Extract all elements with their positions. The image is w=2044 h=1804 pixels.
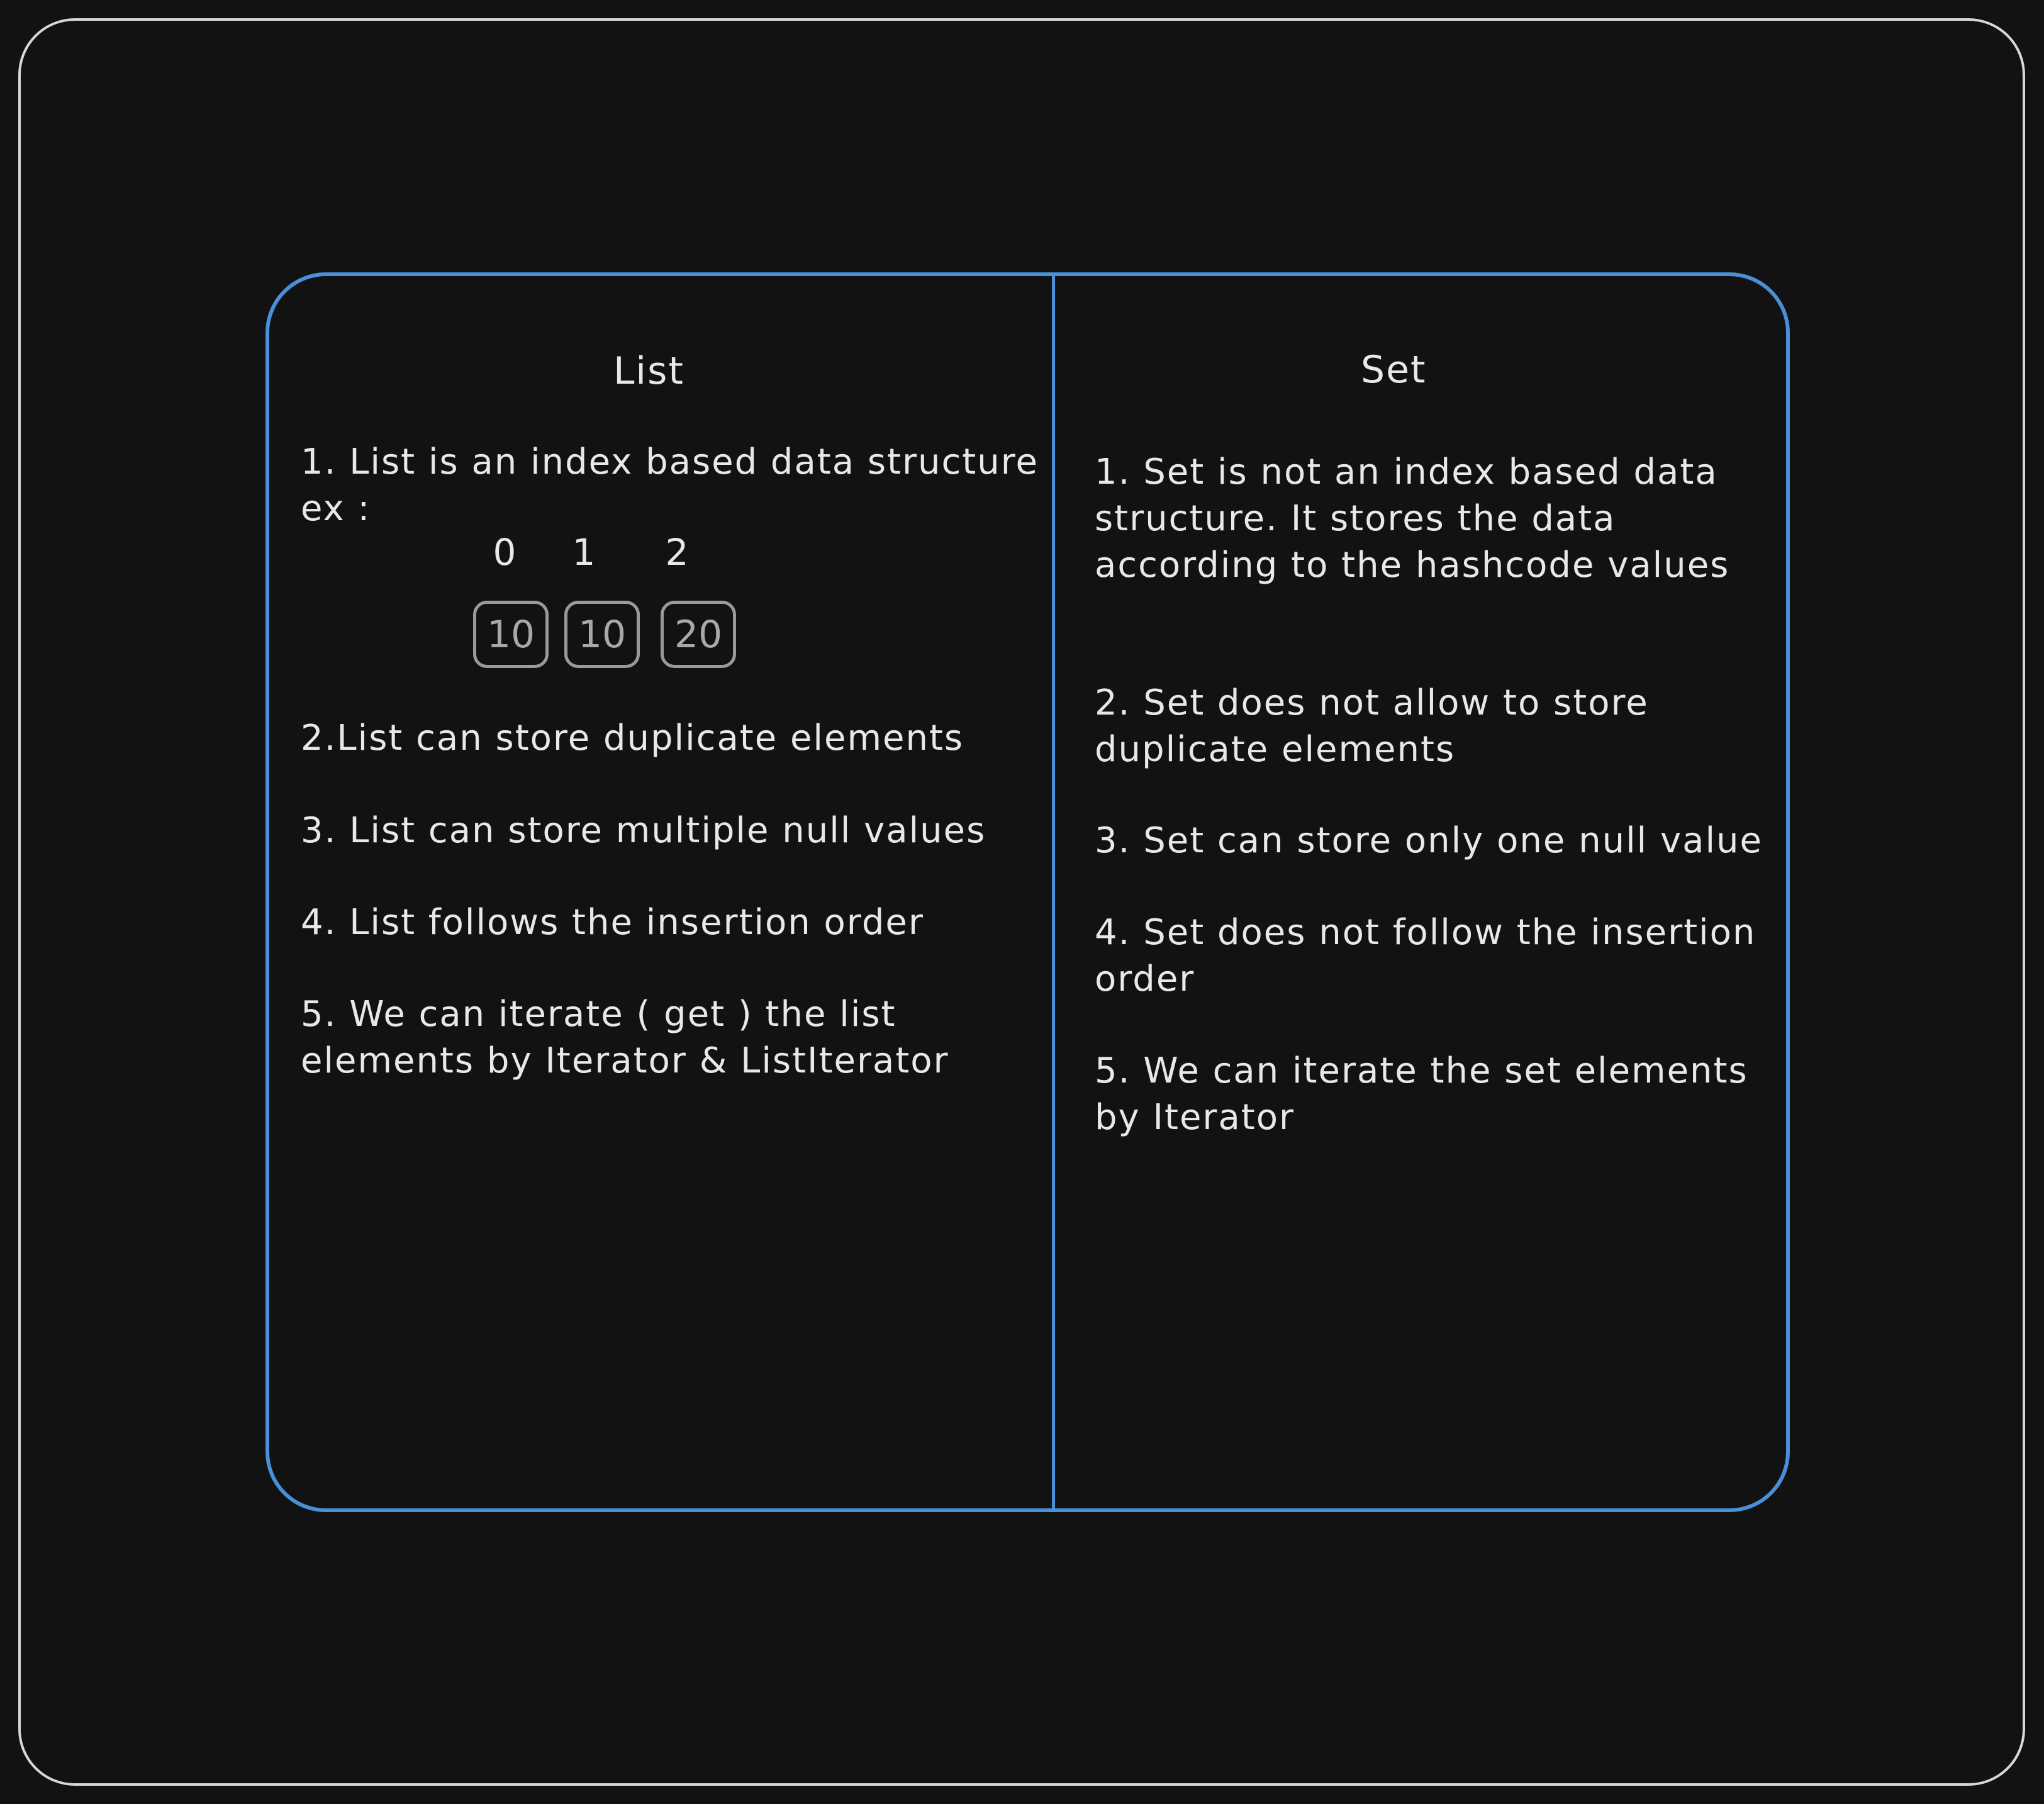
set-point-1-line-2: structure. It stores the data	[1095, 498, 1616, 539]
list-point-5-line-2: elements by Iterator & ListIterator	[301, 1040, 949, 1081]
list-point-2: 2.List can store duplicate elements	[301, 718, 964, 759]
column-divider	[1052, 272, 1055, 1509]
set-point-2-line-2: duplicate elements	[1095, 729, 1456, 770]
set-heading: Set	[1361, 348, 1427, 392]
set-point-1-line-3: according to the hashcode values	[1095, 545, 1730, 586]
list-point-5-line-1: 5. We can iterate ( get ) the list	[301, 994, 896, 1035]
set-point-4-line-1: 4. Set does not follow the insertion	[1095, 912, 1756, 953]
list-point-4: 4. List follows the insertion order	[301, 902, 924, 943]
set-point-4-line-2: order	[1095, 959, 1195, 999]
set-point-2-line-1: 2. Set does not allow to store	[1095, 682, 1649, 723]
list-point-1-line-1: 1. List is an index based data structure	[301, 442, 1039, 482]
list-heading: List	[613, 349, 684, 393]
example-index-2: 2	[665, 531, 689, 574]
set-point-3: 3. Set can store only one null value	[1095, 820, 1763, 861]
set-point-5-line-1: 5. We can iterate the set elements	[1095, 1050, 1748, 1091]
list-point-1-line-2: ex :	[301, 488, 371, 529]
list-point-3: 3. List can store multiple null values	[301, 810, 986, 851]
example-cell-1: 10	[564, 601, 640, 668]
example-index-1: 1	[572, 531, 596, 574]
example-cell-0: 10	[473, 601, 549, 668]
example-index-0: 0	[493, 531, 517, 574]
set-point-1-line-1: 1. Set is not an index based data	[1095, 452, 1718, 493]
set-point-5-line-2: by Iterator	[1095, 1097, 1295, 1138]
example-cell-2: 20	[661, 601, 736, 668]
